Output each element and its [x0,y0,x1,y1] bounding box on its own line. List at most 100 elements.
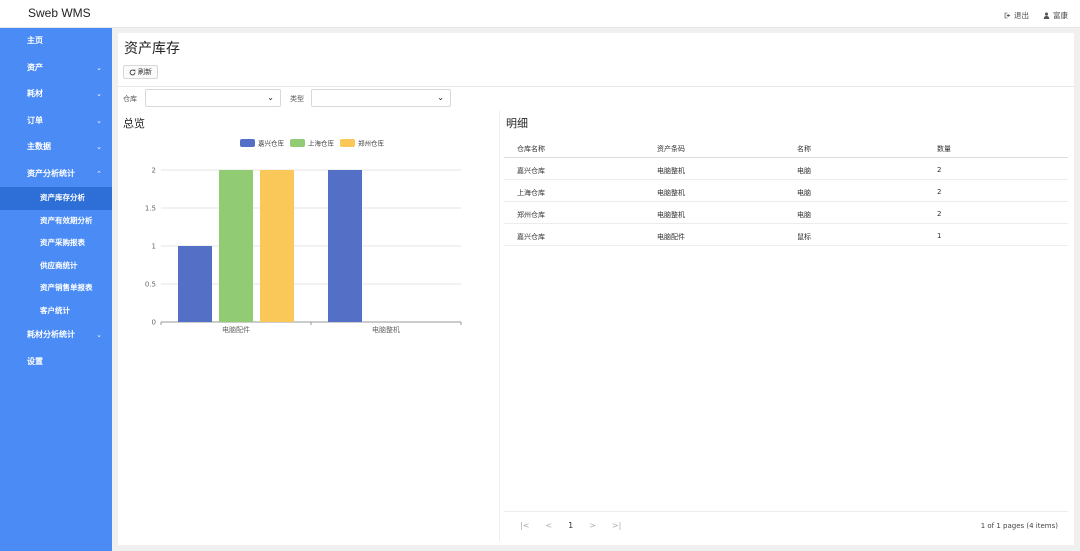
table-row[interactable]: 嘉兴仓库 电脑配件 鼠标 1 [504,224,1068,246]
sidebar-item[interactable]: 耗材 ⌄ [0,81,112,108]
user-name: 富康 [1053,11,1068,20]
table-cell: 2 [937,188,942,196]
chevron-down-icon: ⌄ [437,93,444,102]
divider [118,86,1074,87]
table-cell: 电脑 [797,189,811,197]
y-tick-label: 2 [152,167,156,175]
table-cell: 2 [937,210,942,218]
y-tick-label: 1.5 [145,205,156,213]
chevron-icon: ⌃ [96,169,102,178]
sidebar: 主页资产 ⌄ 耗材 ⌄ 订单 ⌄ 主数据 ⌄ 资产分析统计 ⌃ 资产库存分析 资产有效期分析 资产采购… [0,28,112,551]
table-row[interactable]: 嘉兴仓库 电脑整机 电脑 2 [504,158,1068,180]
logout-icon [1004,12,1011,19]
bar [219,170,253,322]
sidebar-item[interactable]: 订单 ⌄ [0,108,112,135]
table-row[interactable]: 郑州仓库 电脑整机 电脑 2 [504,202,1068,224]
sidebar-item[interactable]: 主数据 ⌄ [0,134,112,161]
nav-label: 订单 [27,115,43,125]
nav-label: 主数据 [27,142,51,151]
sidebar-item[interactable]: 资产 ⌄ [0,55,112,82]
top-bar: Sweb WMS 退出 富康 [0,0,1080,28]
next-page-button[interactable]: > [589,521,596,530]
chevron-icon: ⌄ [96,116,102,125]
legend-label: 嘉兴仓库 [258,139,285,148]
table-cell: 嘉兴仓库 [517,233,545,241]
y-tick-label: 1 [152,243,156,251]
table-cell: 嘉兴仓库 [517,167,545,175]
logout-button[interactable]: 退出 [1004,10,1029,21]
legend-swatch [340,139,355,147]
sidebar-item[interactable]: 设置 [0,349,112,376]
table-cell: 电脑整机 [657,211,685,219]
sidebar-item[interactable]: 耗材分析统计 ⌄ [0,322,112,349]
sidebar-subitem[interactable]: 资产销售单报表 [0,277,112,300]
table-cell: 电脑 [797,167,811,175]
bar [328,170,362,322]
table-cell: 1 [937,232,942,240]
refresh-button[interactable]: 刷新 [123,65,158,79]
table-cell: 郑州仓库 [517,211,545,219]
column-header[interactable]: 仓库名称 [517,144,545,154]
x-tick-label: 电脑配件 [222,325,250,334]
bar [178,246,212,322]
sidebar-subitem[interactable]: 资产采购报表 [0,232,112,255]
sidebar-subitem[interactable]: 供应商统计 [0,255,112,278]
sidebar-subitem[interactable]: 资产有效期分析 [0,210,112,233]
warehouse-label: 仓库 [123,95,137,103]
panel-divider [499,111,500,541]
table-row[interactable]: 上海仓库 电脑整机 电脑 2 [504,180,1068,202]
nav-label: 设置 [27,356,43,366]
nav-label: 资产有效期分析 [40,215,93,225]
detail-table: 仓库名称 资产条码 名称 数量 嘉兴仓库 电脑整机 电脑 2 上海仓库 电脑整机… [504,136,1068,246]
chevron-icon: ⌄ [96,63,102,72]
sidebar-subitem[interactable]: 客户统计 [0,300,112,323]
warehouse-select[interactable]: ⌄ [145,89,281,107]
refresh-icon [129,69,136,75]
nav-label: 资产 [27,62,43,72]
nav-label: 客户统计 [40,305,70,315]
user-menu[interactable]: 富康 [1043,10,1068,21]
table-cell: 电脑整机 [657,189,685,197]
current-page[interactable]: 1 [568,521,573,530]
legend-swatch [290,139,305,147]
nav-label: 资产库存分析 [40,193,85,202]
sidebar-subitem[interactable]: 资产库存分析 [0,187,112,210]
y-tick-label: 0 [152,319,156,327]
chevron-icon: ⌄ [96,143,102,151]
pagination-info: 1 of 1 pages (4 items) [980,522,1058,530]
nav-label: 耗材 [27,89,43,98]
nav-label: 资产销售单报表 [40,283,93,292]
nav-label: 供应商统计 [40,260,78,270]
table-cell: 电脑整机 [657,167,685,175]
main-content: 资产库存 刷新 仓库 ⌄ 类型 ⌄ 总览 明细 0 0.5 1 1.5 2 电脑配件 电脑整… [118,33,1074,545]
sidebar-item[interactable]: 主页 [0,28,112,55]
legend-swatch [240,139,255,147]
last-page-button[interactable]: >| [612,521,621,530]
top-actions: 退出 富康 [1004,10,1068,21]
logout-label: 退出 [1014,11,1029,20]
type-label: 类型 [290,95,304,103]
table-cell: 鼠标 [797,233,811,241]
table-cell: 2 [937,166,942,174]
type-select[interactable]: ⌄ [311,89,451,107]
nav-label: 耗材分析统计 [27,330,75,339]
chevron-down-icon: ⌄ [267,93,274,102]
inventory-bar-chart: 0 0.5 1 1.5 2 电脑配件 电脑整机 嘉兴仓库 上海仓库 郑州仓库 [145,139,462,334]
table-cell: 上海仓库 [517,189,545,197]
chevron-icon: ⌄ [96,90,102,98]
sidebar-item[interactable]: 资产分析统计 ⌃ [0,161,112,188]
x-tick-label: 电脑整机 [372,325,400,334]
app-title: Sweb WMS [28,6,91,20]
column-header[interactable]: 资产条码 [657,144,685,154]
y-tick-label: 0.5 [145,281,156,289]
prev-page-button[interactable]: < [545,521,552,530]
page-title: 资产库存 [124,41,180,57]
refresh-label: 刷新 [138,68,152,76]
nav-label: 资产采购报表 [40,238,85,247]
column-header[interactable]: 数量 [937,144,951,154]
user-icon [1043,12,1050,19]
first-page-button[interactable]: |< [520,521,529,530]
table-cell: 电脑配件 [657,233,685,241]
bar [260,170,294,322]
column-header[interactable]: 名称 [797,144,811,154]
